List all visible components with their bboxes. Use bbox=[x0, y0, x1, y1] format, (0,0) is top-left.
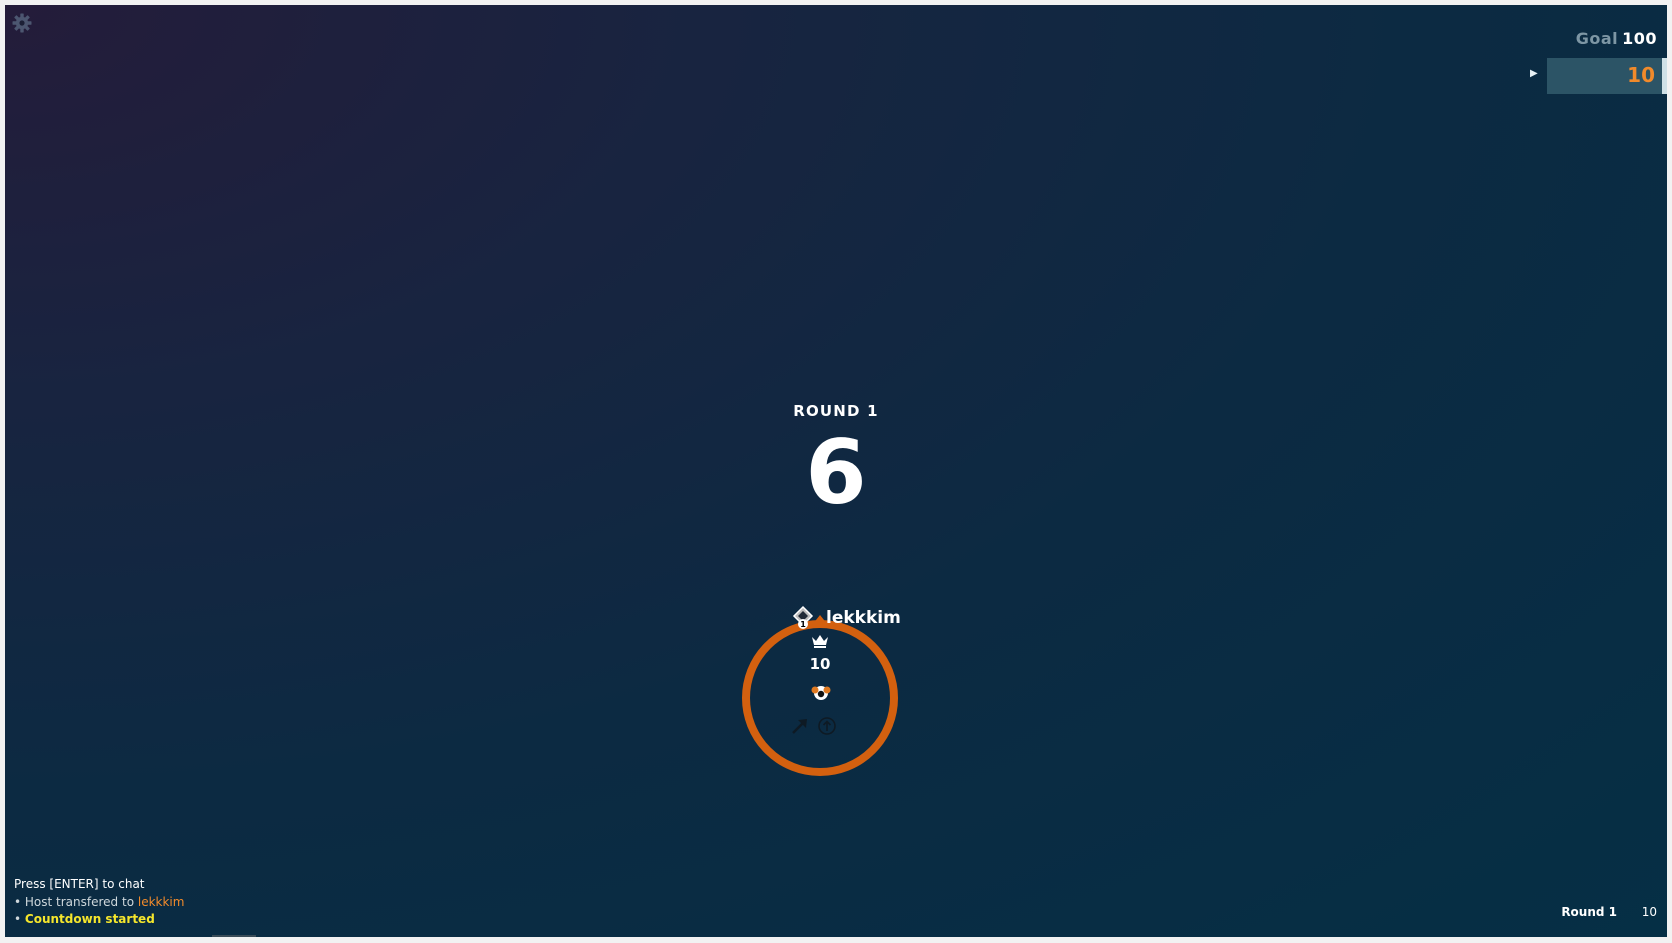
player-name: lekkkim bbox=[826, 608, 901, 628]
chat-message-text: Countdown started bbox=[24, 912, 155, 926]
chat-bullet: • bbox=[14, 912, 25, 926]
goal-label: Goal bbox=[1575, 29, 1619, 48]
gear-icon[interactable] bbox=[10, 11, 34, 35]
chat-message-name: lekkkim bbox=[137, 894, 185, 909]
host-badge-icon: 1 bbox=[792, 605, 814, 631]
countdown-number: 6 bbox=[805, 421, 867, 524]
chat-bullet: • bbox=[14, 894, 25, 909]
status-round: Round 1 bbox=[1561, 905, 1617, 919]
chat-panel: Press [ENTER] to chat • Host transfered … bbox=[14, 876, 184, 929]
game-canvas[interactable]: Goal 100 ▶ 10 ROUND 1 6 1 lekkkim 10 Pre… bbox=[0, 0, 1672, 943]
status-score: 10 bbox=[1641, 905, 1657, 919]
up-circle-icon bbox=[816, 715, 838, 737]
chat-message-text: Host transfered to bbox=[24, 894, 138, 909]
scoreboard-score: 10 bbox=[1627, 63, 1655, 87]
host-badge-number: 1 bbox=[800, 620, 806, 629]
goal-value: 100 bbox=[1622, 29, 1657, 48]
chat-message: • Host transfered to lekkkim bbox=[14, 894, 184, 912]
scoreboard-row: ▶ 10 bbox=[1530, 58, 1667, 94]
player-lekkkim: 1 lekkkim 10 bbox=[732, 595, 942, 780]
arrow-icon bbox=[789, 715, 811, 737]
player-avatar-icon bbox=[810, 682, 832, 704]
current-player-marker-icon: ▶ bbox=[1530, 68, 1538, 79]
player-score: 10 bbox=[809, 655, 831, 673]
chat-hint: Press [ENTER] to chat bbox=[14, 877, 145, 891]
bottom-tab-indicator bbox=[212, 935, 256, 937]
goal-display: Goal 100 bbox=[1576, 29, 1657, 48]
round-title: ROUND 1 bbox=[793, 402, 879, 420]
crown-icon bbox=[810, 633, 830, 649]
chat-message: • Countdown started bbox=[14, 911, 184, 929]
